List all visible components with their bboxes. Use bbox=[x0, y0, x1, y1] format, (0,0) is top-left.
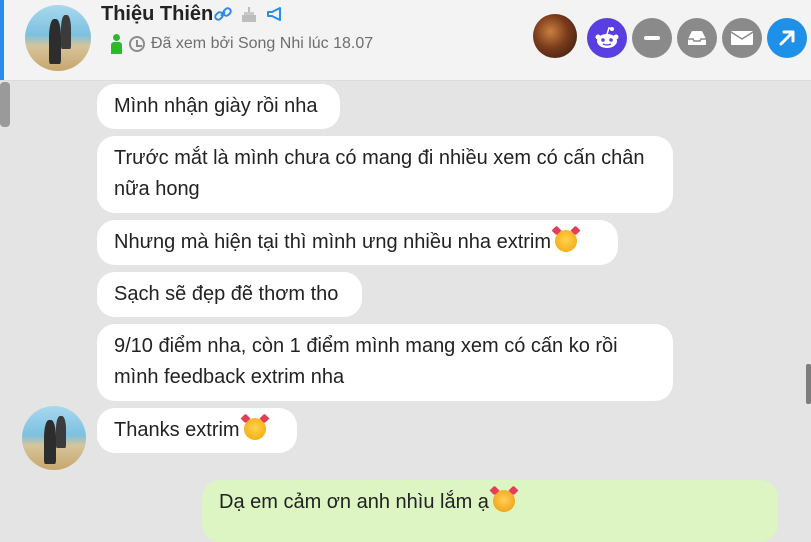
seen-status: Đã xem bởi Song Nhi lúc 18.07 bbox=[151, 35, 374, 52]
message-text: Nhưng mà hiện tại thì mình ưng nhiều nha… bbox=[114, 231, 552, 253]
profile-photo-button[interactable] bbox=[533, 14, 577, 58]
avatar-figure bbox=[56, 416, 66, 448]
clock-icon bbox=[129, 36, 145, 52]
kiss-emoji-icon bbox=[492, 490, 515, 512]
name-badges bbox=[213, 4, 285, 24]
online-person-icon bbox=[109, 34, 123, 54]
incoming-message[interactable]: Thanks extrim bbox=[97, 408, 297, 453]
minus-icon[interactable] bbox=[632, 18, 672, 58]
cake-icon[interactable] bbox=[239, 4, 259, 24]
smiling-hearts-emoji-icon bbox=[555, 230, 578, 252]
message-text: Dạ em cảm ơn anh nhìu lắm ạ bbox=[219, 491, 489, 513]
incoming-message[interactable]: Trước mắt là mình chưa có mang đi nhiều … bbox=[97, 136, 673, 213]
status-row: Đã xem bởi Song Nhi lúc 18.07 bbox=[109, 34, 373, 54]
avatar-figure bbox=[49, 19, 61, 64]
active-indicator bbox=[0, 0, 4, 80]
link-icon[interactable] bbox=[213, 4, 233, 24]
contact-name[interactable]: Thiệu Thiên bbox=[101, 3, 213, 26]
message-text: 9/10 điểm nha, còn 1 điểm mình mang xem … bbox=[114, 335, 618, 388]
avatar-figure bbox=[44, 420, 56, 464]
reddit-icon[interactable] bbox=[587, 18, 627, 58]
share-arrow-icon[interactable] bbox=[767, 18, 807, 58]
megaphone-icon[interactable] bbox=[265, 4, 285, 24]
message-text: Trước mắt là mình chưa có mang đi nhiều … bbox=[114, 147, 645, 200]
message-text: Thanks extrim bbox=[114, 419, 240, 441]
incoming-message[interactable]: Nhưng mà hiện tại thì mình ưng nhiều nha… bbox=[97, 220, 618, 265]
incoming-message[interactable]: Sạch sẽ đẹp đẽ thơm tho bbox=[97, 272, 362, 317]
tray-icon[interactable] bbox=[677, 18, 717, 58]
contact-avatar[interactable] bbox=[25, 5, 91, 71]
mail-icon[interactable] bbox=[722, 18, 762, 58]
incoming-message[interactable]: Mình nhận giày rồi nha bbox=[97, 84, 340, 129]
avatar-figure bbox=[61, 15, 71, 49]
contact-avatar-small[interactable] bbox=[22, 406, 86, 470]
message-text: Mình nhận giày rồi nha bbox=[114, 95, 318, 117]
smiling-hearts-emoji-icon bbox=[243, 418, 266, 440]
chat-header: Thiệu Thiên Đã xem bởi Song Nhi lúc 18.0… bbox=[0, 0, 811, 81]
message-text: Sạch sẽ đẹp đẽ thơm tho bbox=[114, 283, 339, 305]
scrollbar-thumb[interactable] bbox=[806, 364, 811, 404]
incoming-message[interactable]: 9/10 điểm nha, còn 1 điểm mình mang xem … bbox=[97, 324, 673, 401]
outgoing-message[interactable]: Dạ em cảm ơn anh nhìu lắm ạ bbox=[202, 480, 778, 542]
scrollbar-thumb[interactable] bbox=[0, 82, 10, 127]
